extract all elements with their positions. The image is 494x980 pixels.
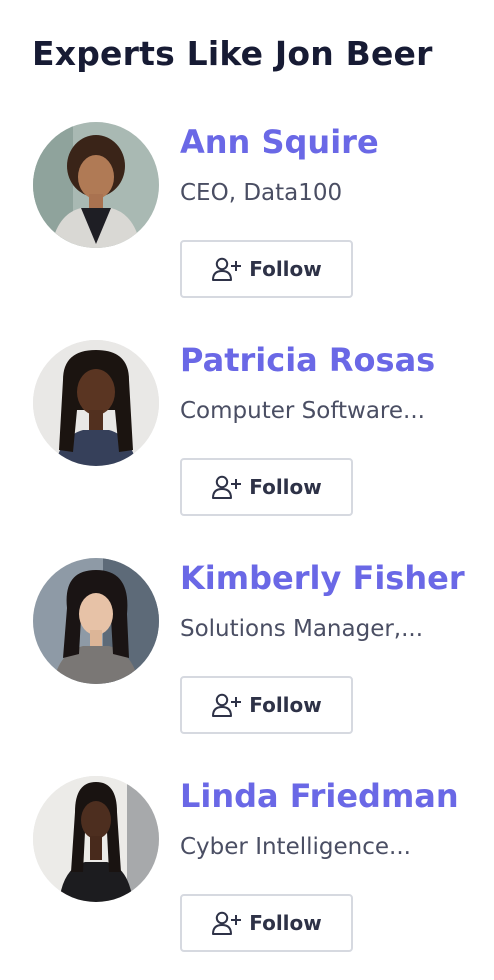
expert-card: Patricia Rosas Computer Software... Foll… — [0, 340, 494, 540]
expert-card: Linda Friedman Cyber Intelligence... Fol… — [0, 776, 494, 976]
add-user-icon — [211, 910, 243, 936]
avatar[interactable] — [33, 776, 159, 902]
expert-title: Solutions Manager,... — [180, 616, 424, 642]
section-heading: Experts Like Jon Beer — [32, 34, 433, 73]
experts-panel: Experts Like Jon Beer Ann Squire CEO, Da… — [0, 0, 494, 980]
add-user-icon — [211, 692, 243, 718]
follow-button[interactable]: Follow — [180, 676, 353, 734]
expert-card: Kimberly Fisher Solutions Manager,... Fo… — [0, 558, 494, 758]
expert-card: Ann Squire CEO, Data100 Follow — [0, 122, 494, 322]
avatar[interactable] — [33, 122, 159, 248]
avatar[interactable] — [33, 340, 159, 466]
follow-label: Follow — [249, 475, 322, 499]
expert-title: Computer Software... — [180, 398, 425, 424]
add-user-icon — [211, 474, 243, 500]
follow-button[interactable]: Follow — [180, 894, 353, 952]
follow-label: Follow — [249, 257, 322, 281]
follow-button[interactable]: Follow — [180, 240, 353, 298]
expert-name-link[interactable]: Linda Friedman — [180, 777, 459, 815]
expert-title: Cyber Intelligence... — [180, 834, 411, 860]
expert-name-link[interactable]: Ann Squire — [180, 123, 379, 161]
follow-label: Follow — [249, 911, 322, 935]
follow-button[interactable]: Follow — [180, 458, 353, 516]
add-user-icon — [211, 256, 243, 282]
expert-name-link[interactable]: Patricia Rosas — [180, 341, 435, 379]
expert-title: CEO, Data100 — [180, 180, 343, 206]
avatar[interactable] — [33, 558, 159, 684]
follow-label: Follow — [249, 693, 322, 717]
expert-name-link[interactable]: Kimberly Fisher — [180, 559, 465, 597]
